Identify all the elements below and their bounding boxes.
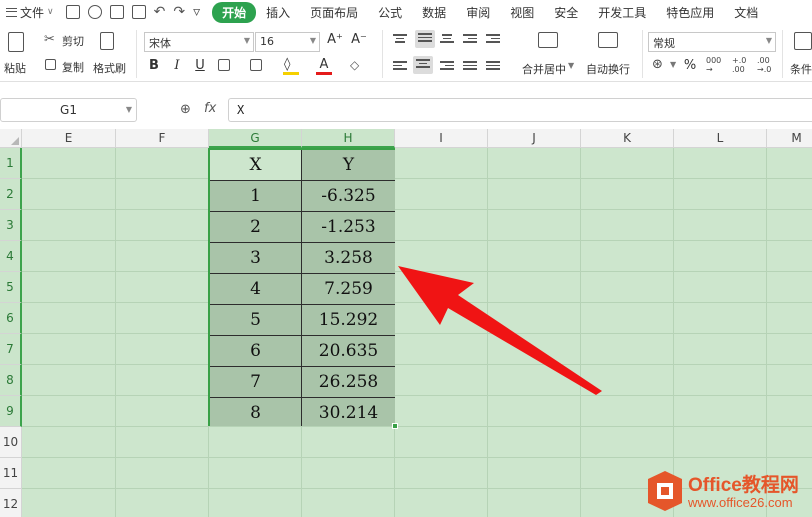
- file-menu[interactable]: 文件 ∨: [6, 4, 54, 21]
- decrease-indent-icon[interactable]: [463, 34, 477, 45]
- decrease-font-button[interactable]: A⁻: [350, 32, 368, 47]
- eraser-icon[interactable]: ◇: [350, 58, 359, 72]
- divider: [136, 30, 137, 78]
- open-icon[interactable]: [87, 5, 102, 19]
- scissors-icon: ✂: [44, 32, 55, 47]
- file-menu-label: 文件: [20, 5, 45, 20]
- font-color-button[interactable]: A: [316, 57, 332, 72]
- justify-icon[interactable]: [463, 61, 477, 72]
- ribbon-tabs: 开始 插入 页面布局 公式 数据 审阅 视图 安全 开发工具 特色应用 文档: [212, 1, 768, 23]
- name-box[interactable]: G1 ▼: [0, 98, 137, 122]
- decrease-decimal-icon[interactable]: .00 →.0: [757, 56, 771, 74]
- cut-button[interactable]: 剪切: [62, 33, 84, 49]
- number-format-value: 常规: [653, 37, 675, 50]
- chevron-down-icon: ▼: [309, 36, 316, 45]
- fill-color-bar: [283, 72, 299, 75]
- print-icon[interactable]: [109, 5, 124, 19]
- quick-access-toolbar: ↶ ↷ ▿: [65, 5, 200, 19]
- divider: [382, 30, 383, 78]
- tab-9[interactable]: 特色应用: [656, 4, 724, 21]
- tab-5[interactable]: 审阅: [456, 4, 500, 21]
- watermark: Office教程网 www.office26.com: [648, 467, 812, 517]
- format-painter-button[interactable]: 格式刷: [93, 60, 126, 76]
- align-middle-icon[interactable]: [415, 30, 435, 48]
- formula-input[interactable]: X: [228, 98, 812, 122]
- print-preview-icon[interactable]: [131, 5, 146, 19]
- paste-button[interactable]: 粘贴: [4, 60, 26, 76]
- red-arrow-icon: [398, 266, 602, 395]
- save-icon[interactable]: [65, 5, 80, 19]
- format-painter-icon: [100, 32, 114, 53]
- redo-icon[interactable]: ↷: [173, 5, 185, 19]
- ribbon-toolbar: 粘贴 ✂ 剪切 复制 格式刷 宋体 ▼ 16 ▼ A⁺ A⁻ B I U ◊ A…: [0, 24, 812, 82]
- name-box-value: G1: [60, 103, 77, 117]
- customize-icon[interactable]: ▿: [193, 5, 200, 19]
- font-color-bar: [316, 72, 332, 75]
- tab-0[interactable]: 开始: [212, 1, 257, 23]
- wrap-text-icon: [598, 32, 618, 51]
- tab-3[interactable]: 公式: [368, 4, 412, 21]
- italic-button[interactable]: I: [169, 58, 185, 73]
- zoom-icon[interactable]: ⊕: [180, 102, 191, 117]
- tab-2[interactable]: 页面布局: [300, 4, 368, 21]
- bold-button[interactable]: B: [146, 58, 162, 73]
- border-icon[interactable]: [218, 59, 230, 74]
- tab-6[interactable]: 视图: [500, 4, 544, 21]
- percent-button[interactable]: %: [682, 58, 698, 73]
- watermark-brand: Office教程网: [688, 475, 799, 496]
- increase-font-button[interactable]: A⁺: [326, 32, 344, 47]
- chevron-down-icon: ▼: [243, 36, 250, 45]
- divider: [782, 30, 783, 78]
- chevron-down-icon: ∨: [47, 7, 54, 17]
- paste-icon[interactable]: [8, 32, 24, 55]
- currency-icon[interactable]: ⊛: [652, 57, 663, 72]
- tab-1[interactable]: 插入: [256, 4, 300, 21]
- align-left-icon[interactable]: [393, 61, 407, 72]
- align-top-icon[interactable]: [393, 34, 407, 45]
- watermark-url: www.office26.com: [688, 495, 793, 510]
- divider: [642, 30, 643, 78]
- cell-fill-icon[interactable]: [250, 59, 262, 74]
- office-logo-icon: [648, 471, 682, 511]
- conditional-format-button[interactable]: 条件: [790, 61, 812, 77]
- number-format-select[interactable]: 常规 ▼: [648, 32, 776, 52]
- align-center-icon[interactable]: [413, 56, 433, 74]
- hamburger-icon: [6, 7, 17, 17]
- chevron-down-icon: ▼: [765, 36, 772, 45]
- increase-decimal-icon[interactable]: +.0.00: [732, 56, 746, 74]
- tab-8[interactable]: 开发工具: [588, 4, 656, 21]
- fill-color-icon[interactable]: ◊: [284, 57, 290, 72]
- align-bottom-icon[interactable]: [440, 34, 454, 45]
- font-size-select[interactable]: 16 ▼: [255, 32, 320, 52]
- distributed-icon[interactable]: [486, 61, 500, 72]
- tab-4[interactable]: 数据: [412, 4, 456, 21]
- merge-center-icon: [538, 32, 558, 51]
- chevron-down-icon: ▼: [670, 60, 677, 69]
- undo-icon[interactable]: ↶: [154, 5, 166, 19]
- chevron-down-icon: ▼: [125, 105, 132, 114]
- tab-7[interactable]: 安全: [544, 4, 588, 21]
- font-size-value: 16: [260, 35, 274, 48]
- wrap-text-button[interactable]: 自动换行: [586, 61, 630, 77]
- thousands-separator-icon[interactable]: 000 →: [706, 56, 721, 74]
- increase-indent-icon[interactable]: [486, 34, 500, 45]
- formula-bar: G1 ▼ ⊕ fx X: [0, 98, 812, 124]
- tab-10[interactable]: 文档: [724, 4, 768, 21]
- worksheet-grid[interactable]: EFGHIJKLM 1 2 3 4 5 6 7 8 9 10 11 12 X Y 1 -6.325 2 -1.2…: [0, 129, 812, 517]
- menu-bar: 文件 ∨ ↶ ↷ ▿ 开始 插入 页面布局 公式 数据 审阅 视图 安全 开发工具 特色应用 文档: [0, 0, 812, 24]
- align-right-icon[interactable]: [440, 61, 454, 72]
- insert-function-button[interactable]: fx: [204, 101, 216, 116]
- copy-button[interactable]: 复制: [62, 59, 84, 75]
- conditional-format-icon: [794, 32, 812, 53]
- underline-button[interactable]: U: [192, 58, 208, 73]
- merge-center-button[interactable]: 合并居中: [522, 61, 566, 77]
- copy-icon: [45, 59, 56, 73]
- font-name-value: 宋体: [149, 37, 171, 50]
- font-name-select[interactable]: 宋体 ▼: [144, 32, 254, 52]
- wps-spreadsheet-window: 文件 ∨ ↶ ↷ ▿ 开始 插入 页面布局 公式 数据 审阅 视图 安全 开发工具 特色应用 文档 …: [0, 0, 812, 517]
- chevron-down-icon: ▼: [568, 61, 575, 70]
